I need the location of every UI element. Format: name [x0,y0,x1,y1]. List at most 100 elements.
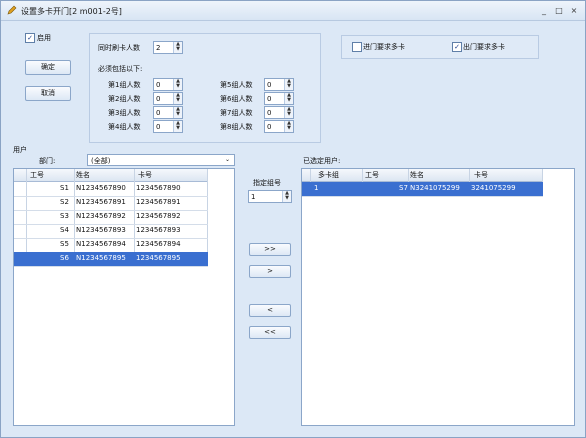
count-panel: 同时刷卡人数 2 ▲ ▼ 必须包括以下: 第1组人数 0 ▲ ▼ 第2组人数 0 ▲ ▼ … [89,33,321,143]
users-table-header: 工号 姓名 卡号 [14,169,208,182]
spinner-arrows-icon[interactable]: ▲ ▼ [282,191,291,202]
spinner-arrows-icon[interactable]: ▲ ▼ [173,107,182,118]
row-name: N1234567890 [76,184,126,192]
group-1-spinner[interactable]: 0 ▲ ▼ [153,78,183,91]
simul-count-label: 同时刷卡人数 [98,44,140,52]
in-multicard-label: 进门要求多卡 [363,43,405,51]
row-id: S2 [60,198,69,206]
title-bar[interactable]: 设置多卡开门[2 m001-2号] _ □ × [1,1,585,21]
selected-users-table[interactable]: 多卡组 工号 姓名 卡号 1 S7 N3241075299 3241075299 [301,168,575,426]
group-2-label: 第2组人数 [108,95,141,103]
group-1-label: 第1组人数 [108,81,141,89]
group-6-label: 第6组人数 [220,95,253,103]
row-card: 3241075299 [471,184,516,192]
group-1-value: 0 [156,81,161,89]
spinner-arrows-icon[interactable]: ▲ ▼ [173,79,182,90]
group-5-spinner[interactable]: 0 ▲ ▼ [264,78,294,91]
spinner-arrows-icon[interactable]: ▲ ▼ [173,121,182,132]
maximize-button[interactable]: □ [554,6,564,15]
spinner-arrows-icon[interactable]: ▲ ▼ [284,79,293,90]
add-all-button[interactable]: >> [249,243,291,256]
add-one-button[interactable]: > [249,265,291,278]
simul-count-value: 2 [156,44,161,52]
selected-table-row[interactable]: 1 S7 N3241075299 3241075299 [302,182,543,197]
spinner-arrows-icon[interactable]: ▲ ▼ [284,107,293,118]
column-header-group[interactable]: 多卡组 [318,169,339,181]
ok-button[interactable]: 确定 [25,60,71,75]
row-name: N3241075299 [410,184,460,192]
window-title: 设置多卡开门[2 m001-2号] [21,7,122,16]
group-7-value: 0 [267,109,272,117]
group-8-label: 第8组人数 [220,123,253,131]
column-header-name[interactable]: 姓名 [76,169,90,181]
group-7-label: 第7组人数 [220,109,253,117]
users-section-label: 用户 [13,146,27,154]
enabled-label: 启用 [37,34,51,42]
row-name: N1234567894 [76,240,126,248]
cancel-button[interactable]: 取消 [25,86,71,101]
column-header-id[interactable]: 工号 [365,169,379,181]
must-include-label: 必须包括以下: [98,65,143,73]
remove-one-button[interactable]: < [249,304,291,317]
table-row[interactable]: S1 N1234567890 1234567890 [14,182,208,197]
table-row[interactable]: S3 N1234567892 1234567892 [14,210,208,225]
row-card: 1234567894 [136,240,181,248]
remove-all-button[interactable]: << [249,326,291,339]
dept-select[interactable]: (全部) ⌄ [87,154,235,166]
row-id: S6 [60,254,69,262]
dept-select-value: (全部) [91,157,111,165]
multi-card-dialog: 设置多卡开门[2 m001-2号] _ □ × ✓ 启用 确定 取消 同时刷卡人… [0,0,586,438]
group-7-spinner[interactable]: 0 ▲ ▼ [264,106,294,119]
group-4-value: 0 [156,123,161,131]
group-number-value: 1 [251,193,256,201]
row-card: 1234567895 [136,254,181,262]
row-name: N1234567892 [76,212,126,220]
enabled-checkbox[interactable]: ✓ [25,33,35,43]
row-id: S5 [60,240,69,248]
group-4-spinner[interactable]: 0 ▲ ▼ [153,120,183,133]
group-6-spinner[interactable]: 0 ▲ ▼ [264,92,294,105]
table-row[interactable]: S2 N1234567891 1234567891 [14,196,208,211]
row-name: N1234567893 [76,226,126,234]
column-header-card[interactable]: 卡号 [138,169,152,181]
spinner-arrows-icon[interactable]: ▲ ▼ [284,93,293,104]
row-id: S3 [60,212,69,220]
selected-users-label: 已选定用户: [303,157,341,165]
dept-label: 部门: [39,157,56,165]
in-multicard-checkbox[interactable] [352,42,362,52]
group-6-value: 0 [267,95,272,103]
group-8-value: 0 [267,123,272,131]
users-table[interactable]: 工号 姓名 卡号 S1 N1234567890 1234567890 S2 N1… [13,168,235,426]
spinner-arrows-icon[interactable]: ▲ ▼ [173,93,182,104]
group-2-spinner[interactable]: 0 ▲ ▼ [153,92,183,105]
row-id: S1 [60,184,69,192]
column-header-name[interactable]: 姓名 [410,169,424,181]
row-id: S7 [399,184,408,192]
door-options-panel: 进门要求多卡 ✓ 出门要求多卡 [341,35,539,59]
group-number-spinner[interactable]: 1 ▲ ▼ [248,190,292,203]
minimize-button[interactable]: _ [539,6,549,15]
row-group: 1 [314,184,319,192]
group-5-label: 第5组人数 [220,81,253,89]
close-button[interactable]: × [569,6,579,15]
column-header-card[interactable]: 卡号 [474,169,488,181]
simul-count-spinner[interactable]: 2 ▲ ▼ [153,41,183,54]
out-multicard-checkbox[interactable]: ✓ [452,42,462,52]
table-row[interactable]: S5 N1234567894 1234567894 [14,238,208,253]
row-card: 1234567892 [136,212,181,220]
row-name: N1234567891 [76,198,126,206]
chevron-down-icon[interactable]: ⌄ [225,156,230,163]
row-card: 1234567893 [136,226,181,234]
group-number-label: 指定组号 [253,179,281,187]
group-3-label: 第3组人数 [108,109,141,117]
group-3-spinner[interactable]: 0 ▲ ▼ [153,106,183,119]
out-multicard-label: 出门要求多卡 [463,43,505,51]
group-2-value: 0 [156,95,161,103]
table-row-selected[interactable]: S6 N1234567895 1234567895 [14,252,208,267]
column-header-id[interactable]: 工号 [30,169,44,181]
group-8-spinner[interactable]: 0 ▲ ▼ [264,120,294,133]
spinner-arrows-icon[interactable]: ▲ ▼ [284,121,293,132]
group-4-label: 第4组人数 [108,123,141,131]
spinner-arrows-icon[interactable]: ▲ ▼ [173,42,182,53]
table-row[interactable]: S4 N1234567893 1234567893 [14,224,208,239]
